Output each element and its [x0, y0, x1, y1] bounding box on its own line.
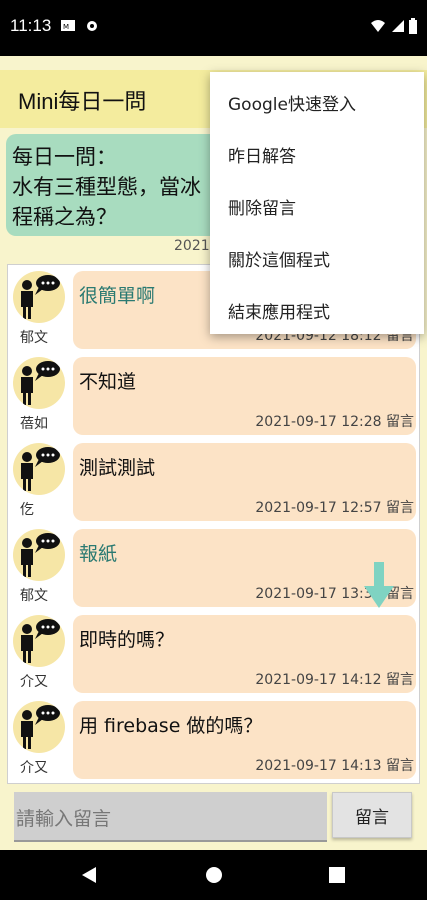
- question-date: 2021: [174, 238, 210, 254]
- message-bubble: 不知道 2021-09-17 12:28 留言: [73, 357, 416, 435]
- scroll-down-arrow-icon[interactable]: [364, 562, 394, 610]
- status-bar: 11:13 M: [0, 0, 427, 56]
- navigation-bar: [0, 850, 427, 900]
- menu-item-about[interactable]: 關於這個程式: [228, 246, 330, 271]
- menu-item-yesterday-answer[interactable]: 昨日解答: [228, 142, 296, 167]
- message-text: 很簡單啊: [79, 285, 156, 307]
- message-list[interactable]: 郁文 很簡單啊 2021-09-12 18:12 留言 蓓如 不知道 2021-…: [7, 264, 420, 784]
- avatar: [13, 443, 65, 495]
- list-item: 介又 即時的嗎？ 2021-09-17 14:12 留言: [8, 609, 419, 695]
- user-name: 介又: [20, 760, 48, 776]
- avatar: [13, 615, 65, 667]
- avatar: [13, 271, 65, 323]
- avatar: [13, 529, 65, 581]
- status-time: 11:13: [10, 16, 52, 35]
- list-item: 仡 測試測試 2021-09-17 12:57 留言: [8, 437, 419, 523]
- message-text: 不知道: [79, 371, 137, 393]
- person-chat-icon: [21, 447, 60, 491]
- message-bubble: 用 firebase 做的嗎？ 2021-09-17 14:13 留言: [73, 701, 416, 779]
- list-item: 郁文 報紙 2021-09-17 13:39 留言: [8, 523, 419, 609]
- message-text: 即時的嗎？: [79, 629, 175, 651]
- user-name: 仡: [20, 502, 34, 518]
- user-name: 介又: [20, 674, 48, 690]
- message-text: 報紙: [79, 543, 118, 565]
- svg-text:M: M: [63, 23, 69, 31]
- gear-icon: [87, 21, 97, 31]
- person-chat-icon: [21, 275, 60, 319]
- message-text: 用 firebase 做的嗎？: [79, 715, 263, 737]
- user-name: 郁文: [20, 588, 48, 604]
- back-icon[interactable]: [80, 866, 98, 884]
- overflow-menu: Google快速登入 昨日解答 刪除留言 關於這個程式 結束應用程式: [210, 72, 424, 334]
- person-chat-icon: [21, 533, 60, 577]
- message-text: 測試測試: [79, 457, 156, 479]
- menu-item-delete-message[interactable]: 刪除留言: [228, 194, 296, 219]
- wifi-icon: [371, 20, 385, 32]
- menu-item-google-login[interactable]: Google快速登入: [228, 90, 356, 115]
- person-chat-icon: [21, 705, 60, 749]
- message-time: 2021-09-17 14:13 留言: [255, 758, 414, 774]
- avatar: [13, 357, 65, 409]
- person-chat-icon: [21, 361, 60, 405]
- message-bubble: 即時的嗎？ 2021-09-17 14:12 留言: [73, 615, 416, 693]
- menu-item-exit[interactable]: 結束應用程式: [228, 298, 330, 323]
- message-time: 2021-09-17 12:28 留言: [255, 414, 414, 430]
- avatar: [13, 701, 65, 753]
- sms-icon: M: [61, 20, 75, 31]
- list-item: 蓓如 不知道 2021-09-17 12:28 留言: [8, 351, 419, 437]
- user-name: 郁文: [20, 330, 48, 346]
- app-title: Mini每日一問: [18, 89, 147, 114]
- send-button[interactable]: 留言: [332, 792, 412, 838]
- battery-icon: [409, 18, 417, 34]
- question-text: 每日一問： 水有三種型態，當冰 程稱之為？: [12, 145, 201, 229]
- recents-icon[interactable]: [328, 866, 346, 884]
- input-placeholder: 請輸入留言: [16, 808, 112, 830]
- message-bubble: 測試測試 2021-09-17 12:57 留言: [73, 443, 416, 521]
- message-time: 2021-09-17 12:57 留言: [255, 500, 414, 516]
- message-input[interactable]: 請輸入留言: [14, 792, 327, 842]
- list-item: 介又 用 firebase 做的嗎？ 2021-09-17 14:13 留言: [8, 695, 419, 781]
- signal-icon: [392, 20, 404, 32]
- message-time: 2021-09-17 14:12 留言: [255, 672, 414, 688]
- user-name: 蓓如: [20, 416, 48, 432]
- person-chat-icon: [21, 619, 60, 663]
- home-icon[interactable]: [204, 865, 224, 885]
